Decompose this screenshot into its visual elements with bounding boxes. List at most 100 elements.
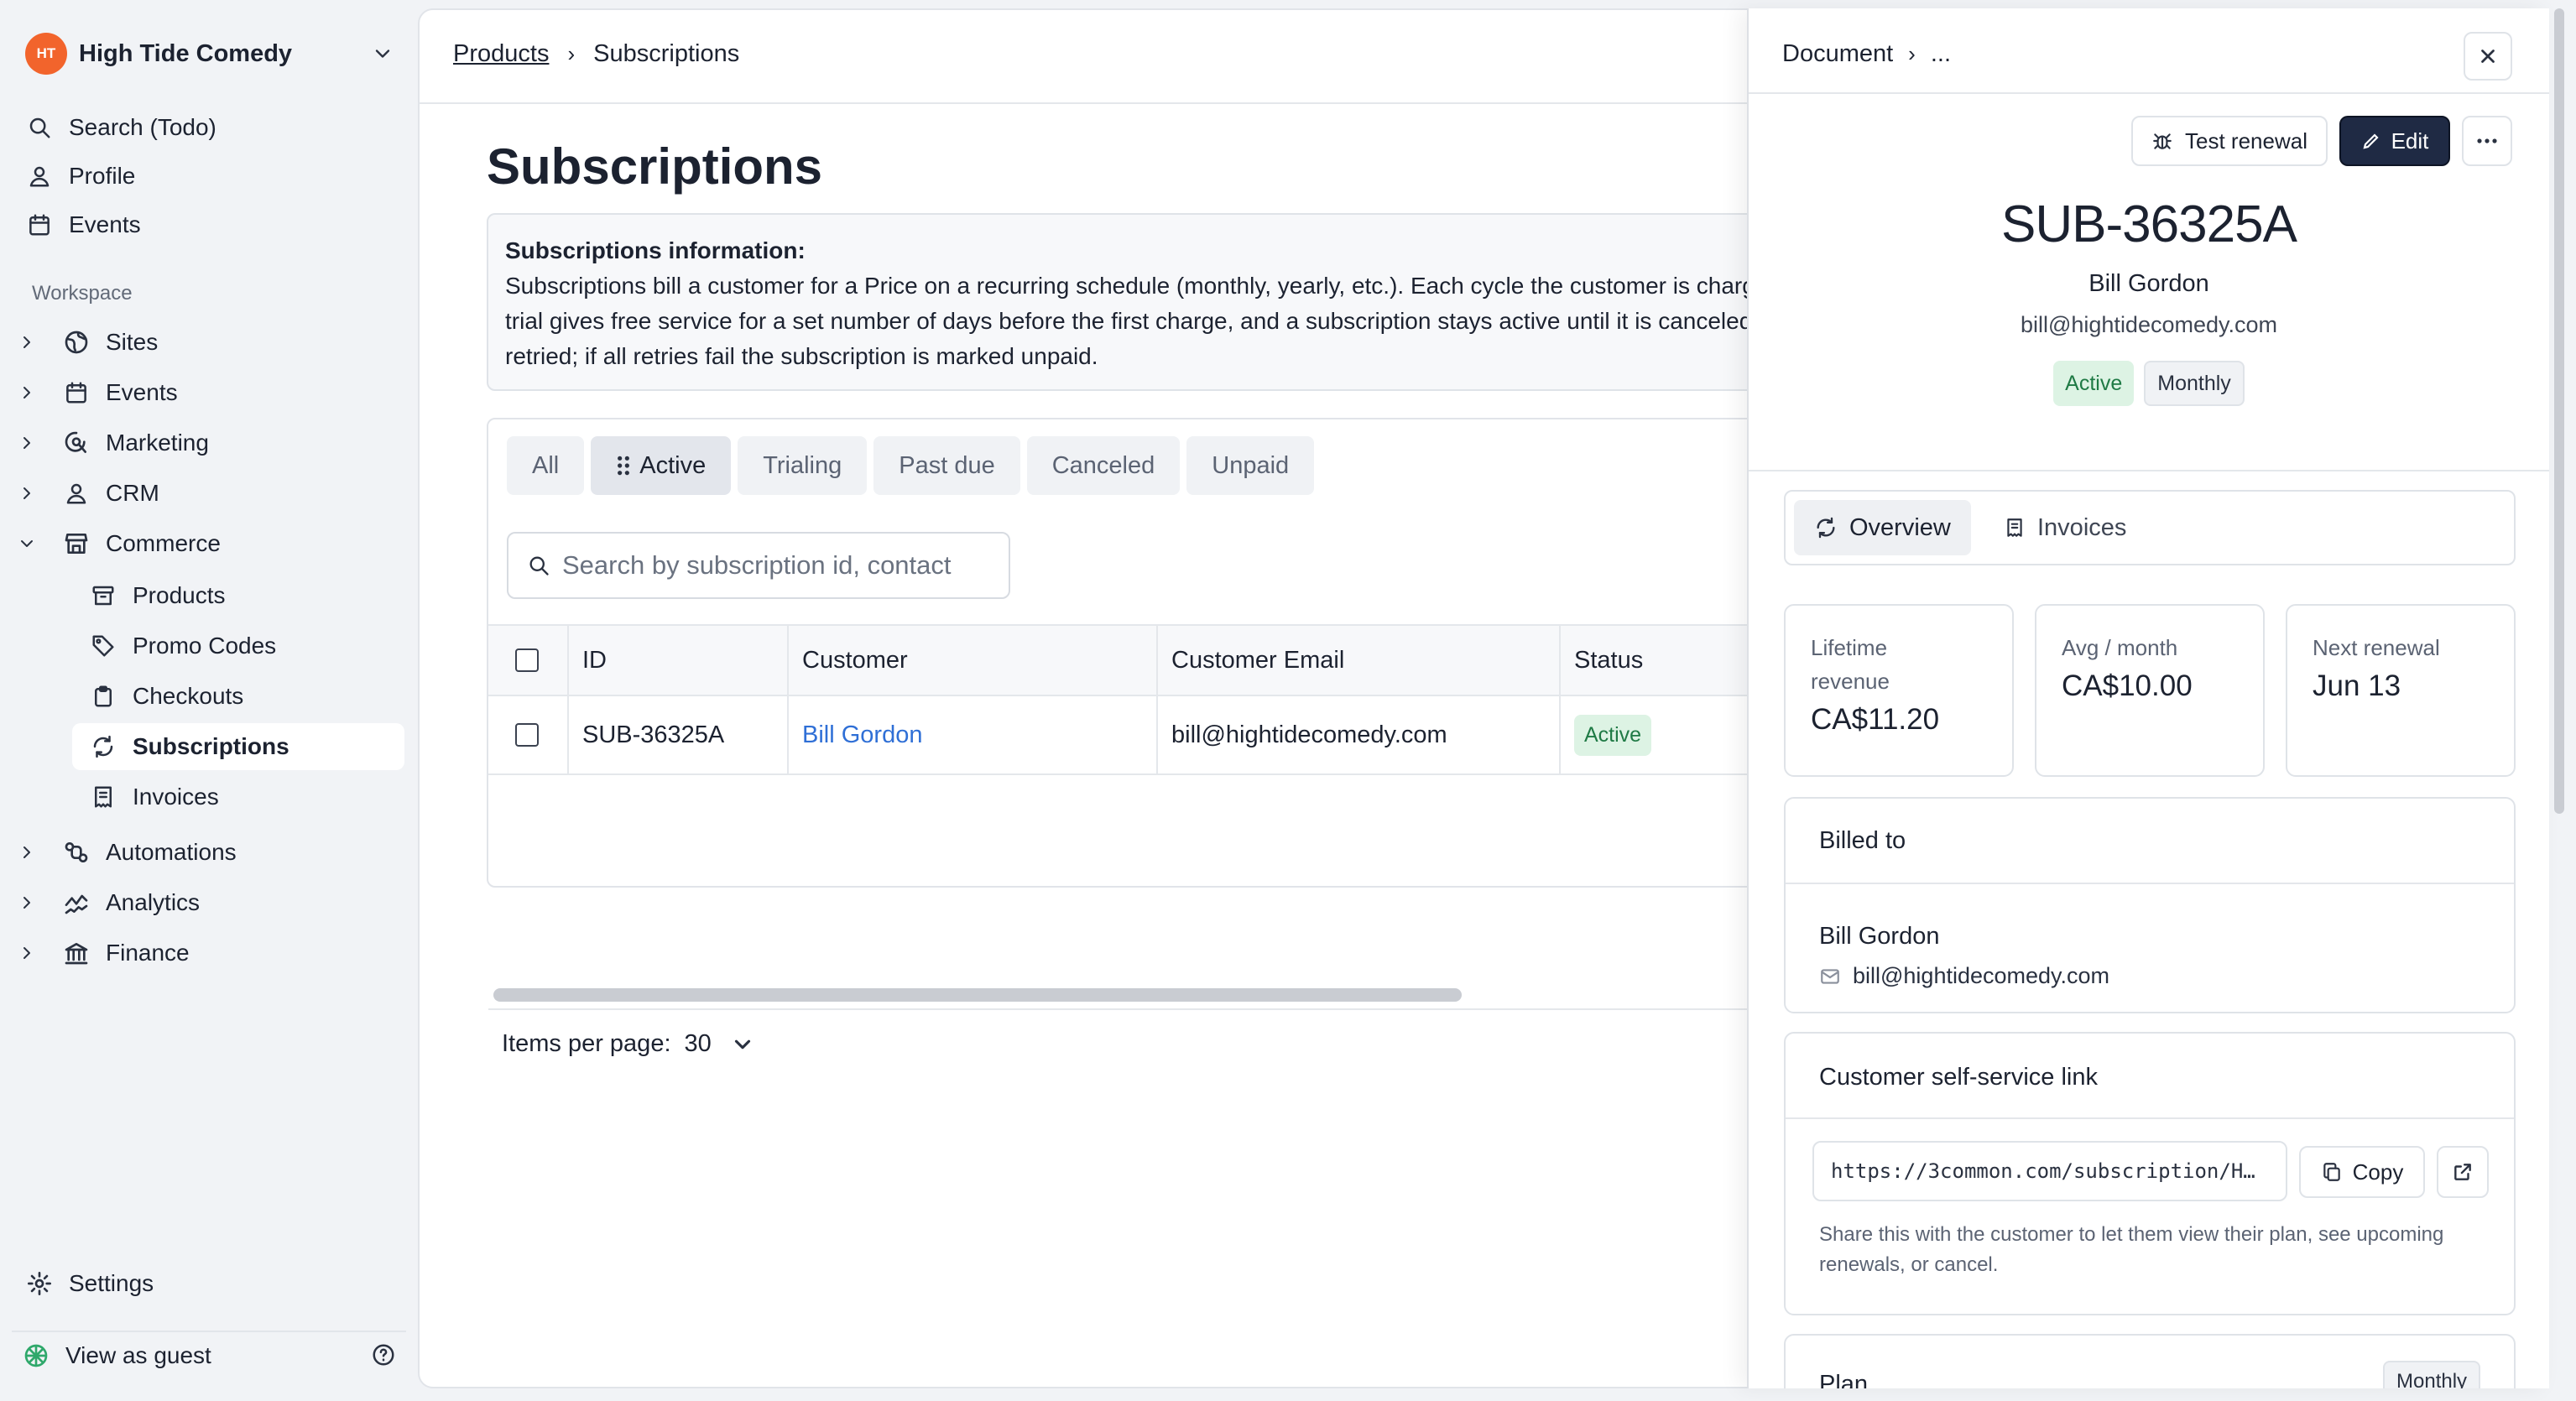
stat-value: Jun 13	[2313, 669, 2401, 702]
tab-unpaid[interactable]: Unpaid	[1186, 436, 1315, 495]
store-icon	[62, 529, 91, 558]
nav-search[interactable]: Search (Todo)	[25, 106, 216, 149]
column-header-id[interactable]: ID	[569, 626, 789, 695]
self-service-url[interactable]: https://3common.com/subscription/H…	[1812, 1141, 2287, 1201]
status-badge: Active	[2053, 361, 2135, 406]
stat-avg-month: Avg / month CA$10.00	[2035, 604, 2265, 777]
row-checkbox[interactable]	[515, 723, 539, 747]
plan-card: Plan Monthly	[1784, 1334, 2516, 1388]
archive-icon	[89, 581, 117, 610]
nav-label: Subscriptions	[133, 733, 289, 759]
user-icon	[25, 162, 54, 190]
self-service-card: Customer self-service link https://3comm…	[1784, 1032, 2516, 1315]
more-horizontal-icon	[2477, 138, 2497, 143]
nav-label: Marketing	[106, 430, 209, 456]
guest-icon	[22, 1341, 50, 1370]
tab-label: Active	[639, 451, 707, 479]
tab-overview[interactable]: Overview	[1794, 500, 1971, 555]
column-header-customer[interactable]: Customer	[789, 626, 1158, 695]
nav-label: Search (Todo)	[69, 114, 216, 140]
nav-settings[interactable]: Settings	[25, 1262, 154, 1305]
open-link-button[interactable]	[2437, 1146, 2489, 1198]
column-header-email[interactable]: Customer Email	[1158, 626, 1561, 695]
help-icon[interactable]	[371, 1342, 396, 1367]
cell-customer: Bill Gordon	[789, 696, 1158, 773]
tab-label: Invoices	[2037, 513, 2127, 541]
edit-button[interactable]: Edit	[2339, 116, 2450, 166]
subscription-customer-name: Bill Gordon	[2088, 270, 2209, 297]
nav-label: Events	[69, 211, 141, 237]
nav-label: Profile	[69, 163, 136, 189]
chevron-right-icon	[23, 947, 30, 959]
vertical-scrollbar[interactable]	[2554, 8, 2564, 814]
copy-label: Copy	[2352, 1159, 2404, 1185]
close-icon	[2481, 49, 2495, 63]
select-all-checkbox[interactable]	[515, 648, 539, 672]
breadcrumb-separator: ›	[567, 41, 576, 66]
close-button[interactable]	[2464, 32, 2512, 81]
chevron-right-icon	[23, 487, 30, 499]
customer-link[interactable]: Bill Gordon	[802, 721, 922, 749]
commerce-promo-codes[interactable]: Promo Codes	[72, 622, 404, 669]
tab-trialing[interactable]: Trialing	[738, 436, 868, 495]
org-switcher[interactable]: HT High Tide Comedy	[25, 30, 394, 77]
commerce-checkouts[interactable]: Checkouts	[72, 673, 404, 720]
breadcrumb-products-link[interactable]: Products	[453, 40, 549, 68]
commerce-subscriptions[interactable]: Subscriptions	[72, 723, 404, 770]
drawer-tabs: Overview Invoices	[1784, 490, 2516, 565]
row-checkbox-cell	[488, 696, 569, 773]
commerce-invoices[interactable]: Invoices	[72, 773, 404, 820]
plan-interval-badge: Monthly	[2383, 1361, 2481, 1388]
pencil-icon	[2363, 133, 2379, 149]
nav-label: Settings	[69, 1270, 154, 1296]
self-service-description: Share this with the customer to let them…	[1819, 1223, 2444, 1276]
stat-value: CA$10.00	[2062, 669, 2193, 702]
tab-all[interactable]: All	[507, 436, 585, 495]
more-options-button[interactable]	[2462, 116, 2512, 166]
items-per-page-label: Items per page:	[502, 1030, 671, 1057]
refresh-icon	[89, 732, 117, 761]
cell-email: bill@hightidecomedy.com	[1158, 696, 1561, 773]
tab-active[interactable]: Active	[591, 436, 732, 495]
view-as-guest[interactable]: View as guest	[22, 1334, 396, 1378]
billed-to-name: Bill Gordon	[1819, 923, 1940, 950]
copy-button[interactable]: Copy	[2299, 1146, 2425, 1198]
globe-icon	[62, 328, 91, 357]
nav-label: Promo Codes	[133, 633, 277, 659]
sidebar-divider	[12, 1331, 406, 1332]
org-name: High Tide Comedy	[79, 39, 293, 67]
nav-profile[interactable]: Profile	[25, 154, 135, 198]
search-input[interactable]	[562, 550, 999, 581]
drawer-divider	[1749, 470, 2549, 471]
external-link-icon	[2454, 1164, 2471, 1180]
horizontal-scrollbar[interactable]	[493, 988, 1462, 1002]
tab-past-due[interactable]: Past due	[873, 436, 1020, 495]
drawer-breadcrumb-rest[interactable]: ...	[1931, 40, 1951, 68]
card-divider	[1786, 1117, 2514, 1119]
marketing-icon	[62, 429, 91, 457]
tab-canceled[interactable]: Canceled	[1026, 436, 1181, 495]
pagination: Items per page: 30	[502, 1030, 755, 1058]
stat-lifetime-revenue: Lifetime revenue CA$11.20	[1784, 604, 2014, 777]
stat-label: Lifetime revenue	[1811, 635, 1890, 694]
search-box	[507, 532, 1010, 599]
stat-next-renewal: Next renewal Jun 13	[2286, 604, 2516, 777]
automation-icon	[62, 838, 91, 867]
drawer-breadcrumb-root[interactable]: Document	[1782, 40, 1893, 68]
card-title: Customer self-service link	[1819, 1064, 2098, 1091]
receipt-icon	[2004, 517, 2026, 539]
items-per-page-value[interactable]: 30	[685, 1030, 712, 1058]
interval-badge: Monthly	[2144, 361, 2245, 406]
analytics-icon	[62, 888, 91, 917]
cell-id: SUB-36325A	[569, 696, 789, 773]
nav-events[interactable]: Events	[25, 203, 141, 247]
nav-label: Products	[133, 582, 226, 608]
subscription-id: SUB-36325A	[2001, 195, 2297, 253]
org-logo: HT	[25, 33, 67, 75]
test-renewal-button[interactable]: Test renewal	[2131, 116, 2328, 166]
billed-to-email-row: bill@hightidecomedy.com	[1819, 963, 2109, 989]
tab-invoices[interactable]: Invoices	[1984, 500, 2146, 555]
nav-label: Automations	[106, 839, 237, 865]
chevron-down-icon[interactable]	[730, 1032, 755, 1057]
commerce-products[interactable]: Products	[72, 572, 404, 619]
